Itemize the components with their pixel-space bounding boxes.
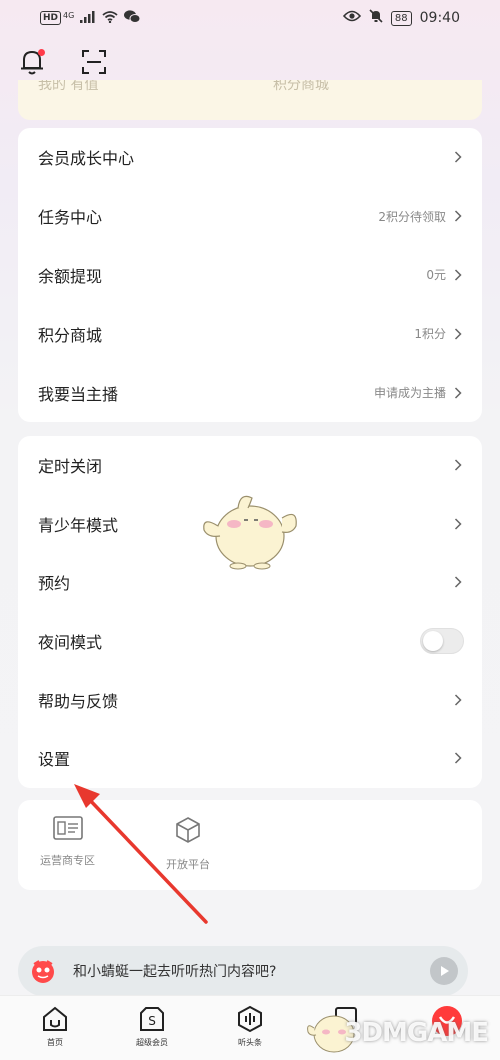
menu-item-right: [452, 459, 464, 471]
menu-item-settings[interactable]: 设置: [18, 729, 482, 788]
menu-item-right: [420, 628, 464, 655]
banner-left-text: 我的 有值: [38, 80, 99, 93]
menu-item-night-mode: 夜间模式: [18, 612, 482, 671]
menu-item-label: 帮助与反馈: [38, 691, 119, 711]
menu-item-help-feedback[interactable]: 帮助与反馈: [18, 670, 482, 729]
tab-home[interactable]: 首页: [25, 1004, 85, 1048]
hd-badge: HD: [40, 11, 62, 25]
watermark-text: 3DMGAME: [344, 1018, 489, 1048]
menu-item-right: [446, 151, 464, 163]
menu-item-become-host[interactable]: 我要当主播 申请成为主播: [18, 363, 482, 422]
chevron-right-icon: [452, 387, 464, 399]
mascot-sticker-icon: [203, 495, 297, 570]
account-menu-card: 会员成长中心 任务中心 2积分待领取 余额提现 0元 积分商城 1积分 我要当主…: [18, 128, 482, 422]
menu-item-points-mall[interactable]: 积分商城 1积分: [18, 304, 482, 363]
chevron-right-icon: [452, 459, 464, 471]
header-actions: [16, 46, 110, 82]
scan-icon: [81, 49, 107, 79]
chevron-right-icon: [452, 518, 464, 530]
wifi-icon: [102, 10, 118, 26]
chevron-right-icon: [452, 694, 464, 706]
chevron-right-icon: [452, 210, 464, 222]
asset-banner[interactable]: 我的 有值 积分商城: [18, 80, 482, 120]
menu-item-right: [452, 752, 464, 764]
menu-item-right: 申请成为主播: [374, 384, 464, 401]
menu-item-right: [452, 518, 464, 530]
menu-item-value: 2积分待领取: [378, 209, 446, 224]
menu-item-value: 申请成为主播: [373, 386, 446, 401]
menu-item-label: 预约: [38, 574, 71, 594]
menu-item-value: 0元: [426, 268, 446, 283]
signal-label: 4G: [63, 10, 75, 20]
home-icon: [40, 1004, 70, 1034]
menu-item-label: 任务中心: [38, 208, 103, 228]
tab-label: 超级会员: [136, 1038, 168, 1047]
vip-icon: S: [137, 1004, 167, 1034]
menu-item-value: 1积分: [414, 327, 446, 342]
chevron-right-icon: [452, 752, 464, 764]
menu-item-label: 会员成长中心: [38, 149, 135, 169]
chevron-right-icon: [452, 269, 464, 281]
menu-item-withdraw[interactable]: 余额提现 0元: [18, 246, 482, 305]
tab-label: 首页: [47, 1038, 63, 1047]
scan-button[interactable]: [78, 46, 110, 82]
audio-wave-icon: [235, 1004, 265, 1034]
status-left: HD 4G: [40, 10, 141, 26]
toggle-knob: [423, 631, 443, 652]
menu-item-right: 0元: [426, 266, 464, 283]
menu-item-label: 余额提现: [38, 266, 103, 286]
battery-indicator: 88: [390, 10, 412, 26]
tool-label: 开放平台: [166, 858, 210, 871]
status-right: 88 09:40: [342, 9, 460, 27]
wechat-icon: [124, 10, 141, 26]
tool-operator-zone[interactable]: 运营商专区: [40, 816, 95, 868]
banner-right-text: 积分商城: [273, 80, 329, 93]
menu-item-member-growth[interactable]: 会员成长中心: [18, 128, 482, 187]
menu-item-task-center[interactable]: 任务中心 2积分待领取: [18, 187, 482, 246]
clock: 09:40: [419, 10, 460, 26]
notification-dot: [38, 49, 45, 56]
menu-item-label: 我要当主播: [38, 384, 119, 404]
status-bar: HD 4G 88 09:40: [0, 0, 500, 36]
tool-label: 运营商专区: [40, 854, 95, 867]
tool-open-platform[interactable]: 开放平台: [166, 816, 210, 872]
menu-item-label: 积分商城: [38, 325, 103, 345]
menu-item-right: 1积分: [414, 325, 464, 342]
chevron-right-icon: [452, 576, 464, 589]
play-button[interactable]: [430, 957, 458, 985]
tab-headlines[interactable]: 听头条: [220, 1004, 280, 1048]
svg-text:S: S: [148, 1014, 156, 1028]
operator-card-icon: [52, 816, 83, 844]
menu-item-right: [452, 694, 464, 706]
tools-card: 运营商专区 开放平台: [18, 800, 482, 890]
menu-item-label: 青少年模式: [38, 515, 119, 535]
night-mode-toggle[interactable]: [420, 628, 464, 655]
cube-icon: [174, 816, 202, 848]
menu-item-label: 定时关闭: [38, 457, 103, 477]
signal-icon: [80, 10, 96, 26]
chevron-right-icon: [452, 151, 464, 163]
tab-label: 听头条: [238, 1038, 262, 1047]
tab-super-vip[interactable]: S 超级会员: [122, 1004, 182, 1048]
notification-button[interactable]: [16, 46, 48, 82]
play-icon: [441, 966, 449, 976]
menu-item-right: [452, 576, 464, 589]
eye-icon: [342, 10, 361, 26]
promo-text: 和小蜻蜓一起去听听热门内容吧?: [73, 964, 277, 980]
dragonfly-avatar-icon: [30, 959, 56, 983]
promo-bar[interactable]: 和小蜻蜓一起去听听热门内容吧?: [18, 946, 468, 996]
menu-item-right: 2积分待领取: [378, 208, 464, 225]
chevron-right-icon: [452, 328, 464, 340]
menu-item-label: 设置: [38, 750, 71, 770]
mute-bell-icon: [369, 9, 383, 27]
menu-item-label: 夜间模式: [38, 633, 103, 653]
